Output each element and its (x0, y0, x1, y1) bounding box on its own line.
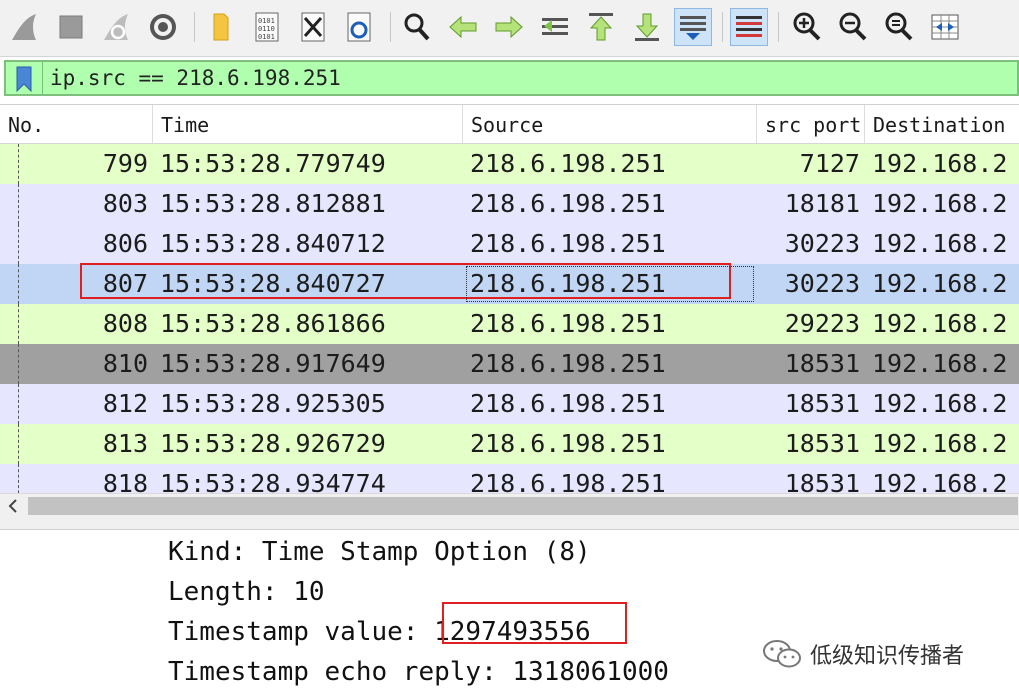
cell-src-port: 18181 (784, 189, 860, 218)
cell-time: 15:53:28.925305 (160, 389, 386, 418)
svg-text:0101: 0101 (258, 17, 275, 25)
arrow-right-icon[interactable] (490, 8, 528, 46)
cell-source: 218.6.198.251 (470, 429, 666, 458)
bookmark-icon[interactable] (12, 66, 36, 92)
zoom-out-icon[interactable] (834, 8, 872, 46)
cell-source: 218.6.198.251 (470, 229, 666, 258)
stop-icon[interactable] (52, 8, 90, 46)
cell-no: 799 (102, 149, 148, 178)
timestamp-label: Timestamp value: (168, 617, 435, 647)
table-row[interactable]: 799 15:53:28.779749 218.6.198.251 7127 192.1… (0, 144, 1019, 184)
zoom-normal-icon[interactable] (880, 8, 918, 46)
cell-no: 812 (102, 389, 148, 418)
watermark-text: 低级知识传播者 (810, 644, 965, 669)
cell-destination: 192.168.2 (872, 429, 1008, 458)
cell-destination: 192.168.2 (872, 269, 1008, 298)
cell-no: 803 (102, 189, 148, 218)
detail-length[interactable]: Length: 10 (168, 572, 325, 612)
detail-timestamp-echo[interactable]: Timestamp echo reply: 1318061000 (168, 652, 669, 692)
cell-destination: 192.168.2 (872, 229, 1008, 258)
cell-source: 218.6.198.251 (470, 189, 666, 218)
table-row[interactable]: 810 15:53:28.917649 218.6.198.251 18531 192.… (0, 344, 1019, 384)
horizontal-scrollbar[interactable] (0, 493, 1019, 518)
auto-scroll-icon[interactable] (674, 8, 712, 46)
close-file-icon[interactable] (294, 8, 332, 46)
cell-src-port: 30223 (784, 229, 860, 258)
main-toolbar: 0101 0110 0101 (0, 0, 1019, 57)
cell-destination: 192.168.2 (872, 309, 1008, 338)
detail-kind[interactable]: Kind: Time Stamp Option (8) (168, 532, 591, 572)
column-header-destination[interactable]: Destination (865, 105, 1019, 143)
cell-src-port: 29223 (784, 309, 860, 338)
column-header-no[interactable]: No. (0, 105, 153, 143)
cell-src-port: 18531 (784, 389, 860, 418)
cell-no: 810 (102, 349, 148, 378)
cell-time: 15:53:28.840712 (160, 229, 386, 258)
cell-focus-outline (466, 266, 754, 302)
packet-list: No. Time Source src port Destination 799… (0, 104, 1019, 518)
cell-source: 218.6.198.251 (470, 149, 666, 178)
table-row[interactable]: 803 15:53:28.812881 218.6.198.251 18181 192.… (0, 184, 1019, 224)
scroll-left-icon[interactable] (0, 494, 26, 518)
zoom-in-icon[interactable] (788, 8, 826, 46)
save-binary-icon[interactable]: 0101 0110 0101 (248, 8, 286, 46)
svg-text:0101: 0101 (258, 33, 275, 41)
wechat-logo-icon (763, 640, 801, 668)
display-filter-input[interactable] (50, 66, 950, 90)
cell-src-port: 30223 (784, 269, 860, 298)
reload-icon[interactable] (340, 8, 378, 46)
table-row[interactable]: 812 15:53:28.925305 218.6.198.251 18531 192.… (0, 384, 1019, 424)
resize-columns-icon[interactable] (926, 8, 964, 46)
first-packet-icon[interactable] (582, 8, 620, 46)
folder-open-icon[interactable] (202, 8, 240, 46)
cell-destination: 192.168.2 (872, 389, 1008, 418)
cell-no: 813 (102, 429, 148, 458)
pane-splitter[interactable] (0, 517, 1019, 530)
cell-no: 806 (102, 229, 148, 258)
column-header-time[interactable]: Time (153, 105, 463, 143)
last-packet-icon[interactable] (628, 8, 666, 46)
search-icon[interactable] (398, 8, 436, 46)
cell-source: 218.6.198.251 (470, 389, 666, 418)
cell-source: 218.6.198.251 (470, 309, 666, 338)
cell-time: 15:53:28.779749 (160, 149, 386, 178)
cell-src-port: 7127 (799, 149, 860, 178)
cell-time: 15:53:28.812881 (160, 189, 386, 218)
table-row[interactable]: 808 15:53:28.861866 218.6.198.251 29223 192.… (0, 304, 1019, 344)
arrow-left-icon[interactable] (444, 8, 482, 46)
svg-text:0110: 0110 (258, 25, 275, 33)
cell-destination: 192.168.2 (872, 149, 1008, 178)
cell-destination: 192.168.2 (872, 189, 1008, 218)
table-row[interactable]: 806 15:53:28.840712 218.6.198.251 30223 192.… (0, 224, 1019, 264)
colorize-icon[interactable] (730, 8, 768, 46)
cell-time: 15:53:28.917649 (160, 349, 386, 378)
cell-no: 808 (102, 309, 148, 338)
packet-details-pane: Kind: Time Stamp Option (8) Length: 10 T… (0, 530, 1019, 698)
cell-time: 15:53:28.926729 (160, 429, 386, 458)
annotation-highlight-box-timestamp (442, 602, 627, 644)
packet-list-header: No. Time Source src port Destination (0, 105, 1019, 144)
go-to-packet-icon[interactable] (536, 8, 574, 46)
gear-icon[interactable] (144, 8, 182, 46)
cell-source: 218.6.198.251 (470, 349, 666, 378)
scrollbar-thumb[interactable] (28, 497, 1018, 515)
cell-src-port: 18531 (784, 349, 860, 378)
restart-icon[interactable] (98, 8, 136, 46)
table-row[interactable]: 813 15:53:28.926729 218.6.198.251 18531 192.… (0, 424, 1019, 464)
cell-destination: 192.168.2 (872, 349, 1008, 378)
cell-src-port: 18531 (784, 429, 860, 458)
shark-fin-start-icon[interactable] (6, 8, 44, 46)
watermark: 低级知识传播者 (762, 636, 964, 672)
display-filter-bar (4, 60, 1019, 96)
cell-time: 15:53:28.861866 (160, 309, 386, 338)
column-header-src-port[interactable]: src port (757, 105, 865, 143)
column-header-source[interactable]: Source (463, 105, 757, 143)
